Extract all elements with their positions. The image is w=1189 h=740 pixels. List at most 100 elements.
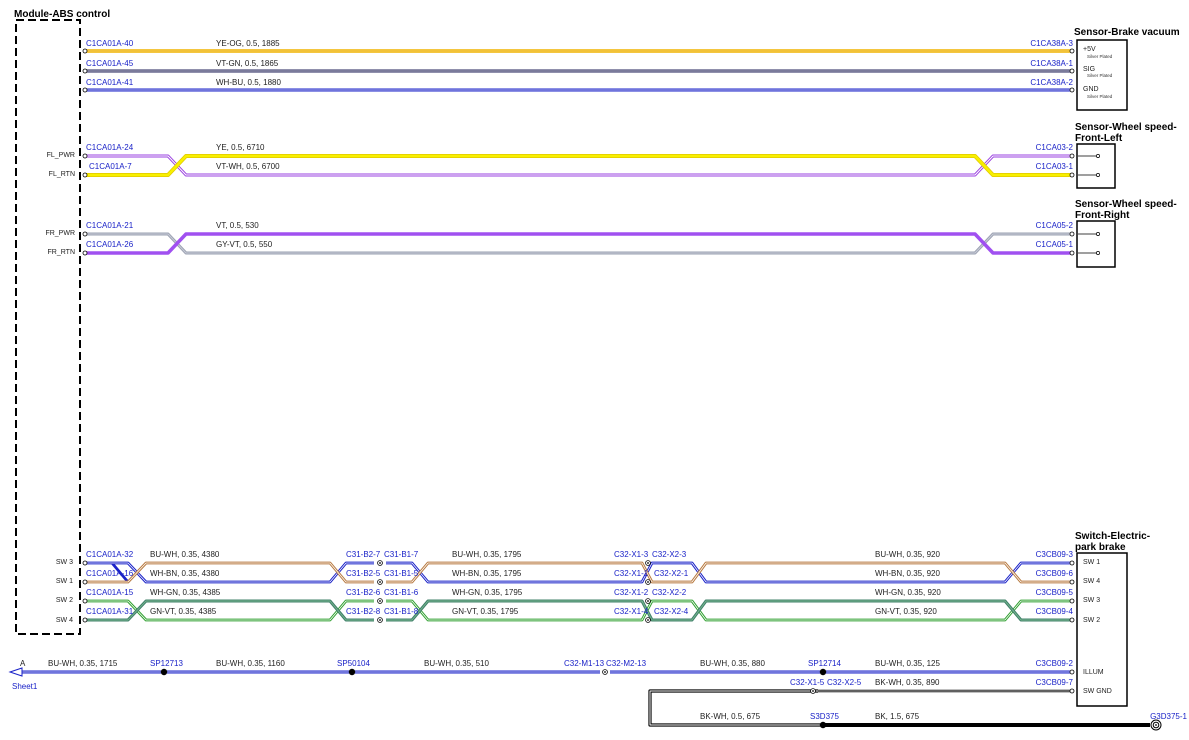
illum-seg4: BU-WH, 0.35, 880 (700, 659, 765, 668)
switch-wire-1-a: C1CA01A-32 (86, 550, 134, 559)
vacuum-wire-1-right: C1CA38A-3 (1030, 39, 1073, 48)
vacuum-wire-1-left: C1CA01A-40 (86, 39, 134, 48)
switch-wire-2-s3: WH-BN, 0.35, 920 (875, 569, 940, 578)
fr-wire-1-right: C1CA05-2 (1036, 221, 1074, 230)
wheel-fl-title-2: Front-Left (1075, 133, 1123, 144)
illum-seg5: BU-WH, 0.35, 125 (875, 659, 940, 668)
vacuum-wire-2-label: VT-GN, 0.5, 1865 (216, 59, 279, 68)
switch-wire-1-s2: BU-WH, 0.35, 1795 (452, 550, 522, 559)
illum-sp3: SP12714 (808, 659, 841, 668)
splice-sp50104 (348, 668, 356, 676)
switch-wire-2-a: C1CA01A-16 (86, 569, 134, 578)
switch-wire-3-s1: WH-GN, 0.35, 4385 (150, 588, 221, 597)
switch-pin-l1: SW 3 (56, 559, 73, 566)
vacuum-wire-3-left: C1CA01A-41 (86, 78, 134, 87)
switch-wire-2-c1: C32-X1-1 (614, 569, 649, 578)
switch-wire-3-c1: C32-X1-2 (614, 588, 649, 597)
pin-fr-rtn: FR_RTN (48, 249, 75, 256)
vacuum-wire-2[interactable]: C1CA01A-45 VT-GN, 0.5, 1865 C1CA38A-1 (82, 59, 1075, 74)
offsheet-ref[interactable]: Sheet1 (12, 682, 38, 691)
illum-sp2: SP50104 (337, 659, 370, 668)
switch-pin-swgnd: SW GND (1083, 688, 1112, 695)
switch-wire-2-d: C3CB09-6 (1036, 569, 1074, 578)
vacuum-pin-5v-note: Silver Plated (1087, 54, 1113, 59)
fl-wire-2-right: C1CA03-1 (1036, 162, 1074, 171)
switch-wire-4-b1: C31-B2-8 (346, 607, 381, 616)
switch-wire-4-c1: C32-X1-4 (614, 607, 649, 616)
park-brake-title-1: Switch-Electric- (1075, 531, 1150, 542)
swgnd-seg2: BK-WH, 0.5, 675 (700, 712, 761, 721)
vacuum-wire-3[interactable]: C1CA01A-41 WH-BU, 0.5, 1880 C1CA38A-2 (82, 78, 1075, 93)
vacuum-pin-sig-note: Silver Plated (1087, 73, 1113, 78)
park-brake-box[interactable] (1076, 552, 1128, 707)
switch-wire-4-a: C1CA01A-31 (86, 607, 134, 616)
wiring-diagram: Module-ABS control Sensor-Brake vacuum +… (8, 9, 1188, 731)
switch-wire-3-b1: C31-B2-6 (346, 588, 381, 597)
swgnd-splice: S3D375 (810, 712, 839, 721)
switch-wire-1-b1: C31-B2-7 (346, 550, 381, 559)
fl-wire-1-right: C1CA03-2 (1036, 143, 1074, 152)
swgnd-conn2: C32-X2-5 (827, 678, 862, 687)
wheel-fr-box[interactable] (1076, 220, 1116, 268)
switch-wire-4-s3: GN-VT, 0.35, 920 (875, 607, 937, 616)
park-brake-title-2: park brake (1075, 542, 1126, 553)
splice-sp12713 (160, 668, 168, 676)
switch-wire-3-d: C3CB09-5 (1036, 588, 1074, 597)
switch-wire-1-s3: BU-WH, 0.35, 920 (875, 550, 940, 559)
vacuum-pin-5v: +5V (1083, 46, 1096, 53)
vacuum-wire-3-label: WH-BU, 0.5, 1880 (216, 78, 281, 87)
swgnd-seg1: BK-WH, 0.35, 890 (875, 678, 940, 687)
swgnd-end: C3CB09-7 (1036, 678, 1074, 687)
switch-wire-4-s1: GN-VT, 0.35, 4385 (150, 607, 217, 616)
wheel-fr-title-2: Front-Right (1075, 210, 1130, 221)
vacuum-wire-1-label: YE-OG, 0.5, 1885 (216, 39, 280, 48)
switch-wire-2-b1: C31-B2-5 (346, 569, 381, 578)
fr-wire-1-left: C1CA01A-21 (86, 221, 134, 230)
vacuum-pin-sig: SIG (1083, 66, 1095, 73)
vacuum-pin-gnd: GND (1083, 86, 1099, 93)
switch-wire-1-s1: BU-WH, 0.35, 4380 (150, 550, 220, 559)
pin-fl-pwr: FL_PWR (47, 152, 75, 159)
switch-wire-1-b2: C31-B1-7 (384, 550, 419, 559)
switch-pin-l2: SW 1 (56, 578, 73, 585)
switch-wire-4-d: C3CB09-4 (1036, 607, 1074, 616)
switch-wire-3-b2: C31-B1-6 (384, 588, 419, 597)
vacuum-wire-2-left: C1CA01A-45 (86, 59, 134, 68)
ground-label: G3D375-1 (1150, 712, 1187, 721)
fl-wire-2-left: C1CA01A-7 (89, 162, 132, 171)
ground-icon (1150, 719, 1162, 731)
illum-seg3: BU-WH, 0.35, 510 (424, 659, 489, 668)
vacuum-wire-1[interactable]: C1CA01A-40 YE-OG, 0.5, 1885 C1CA38A-3 (82, 39, 1075, 54)
module-abs-title: Module-ABS control (14, 9, 110, 20)
illum-conn1: C32-M1-13 (564, 659, 605, 668)
switch-wire-4-b2: C31-B1-8 (384, 607, 419, 616)
switch-wire-3-c2: C32-X2-2 (652, 588, 687, 597)
illum-seg1: BU-WH, 0.35, 1715 (48, 659, 118, 668)
vacuum-wire-2-right: C1CA38A-1 (1030, 59, 1073, 68)
fr-wire-2-left: C1CA01A-26 (86, 240, 134, 249)
fr-wire-2-right: C1CA05-1 (1036, 240, 1074, 249)
swgnd-seg3: BK, 1.5, 675 (875, 712, 920, 721)
switch-pin-l4: SW 4 (56, 617, 73, 624)
switch-wire-4-c2: C32-X2-4 (654, 607, 689, 616)
offsheet-arrow-icon (8, 667, 23, 677)
pin-fl-rtn: FL_RTN (49, 171, 75, 178)
module-abs-box[interactable] (15, 19, 81, 635)
switch-wire-3-s2: WH-GN, 0.35, 1795 (452, 588, 523, 597)
wheel-fl-title-1: Sensor-Wheel speed- (1075, 122, 1177, 133)
fr-wire-1-label: VT, 0.5, 530 (216, 221, 259, 230)
fl-wire-1-left: C1CA01A-24 (86, 143, 134, 152)
wheel-fr-title-1: Sensor-Wheel speed- (1075, 199, 1177, 210)
illum-sp1: SP12713 (150, 659, 183, 668)
illum-seg2: BU-WH, 0.35, 1160 (216, 659, 285, 668)
switch-wire-3-a: C1CA01A-15 (86, 588, 134, 597)
fl-wire-2-label: VT-WH, 0.5, 6700 (216, 162, 280, 171)
switch-pin-r3: SW 3 (1083, 597, 1100, 604)
vacuum-pin-gnd-note: Silver Plated (1087, 94, 1113, 99)
switch-wire-1-c2: C32-X2-3 (652, 550, 687, 559)
switch-wire-2-c2: C32-X2-1 (654, 569, 689, 578)
switch-pin-r4: SW 2 (1083, 617, 1100, 624)
switch-wire-4-s2: GN-VT, 0.35, 1795 (452, 607, 519, 616)
wheel-fl-box[interactable] (1076, 143, 1116, 189)
switch-wire-2-b2: C31-B1-5 (384, 569, 419, 578)
